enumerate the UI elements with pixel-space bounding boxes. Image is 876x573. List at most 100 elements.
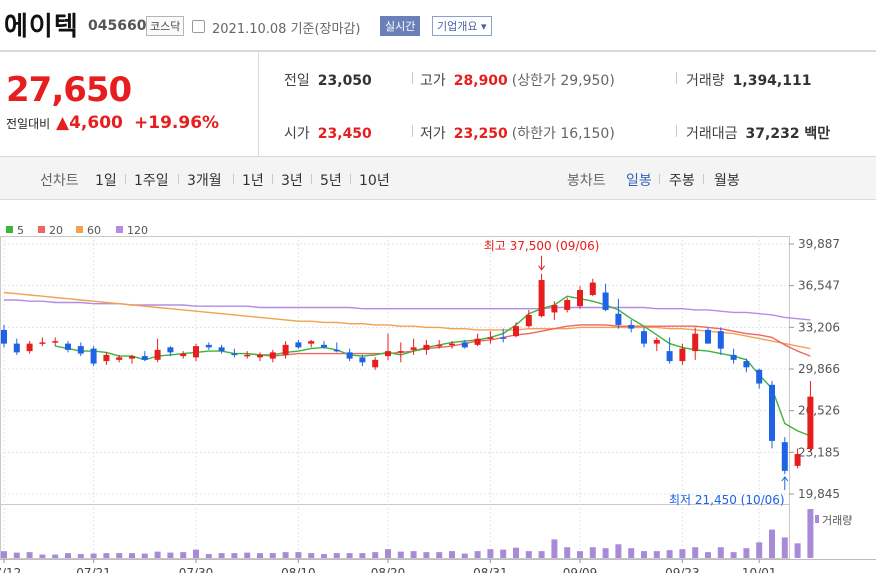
volume-bar [538, 551, 545, 558]
candle-body [423, 344, 430, 350]
legend-swatch [38, 226, 45, 233]
volume-bar [602, 548, 609, 558]
volume-bar [410, 551, 417, 558]
volume-bar [333, 553, 340, 558]
volume-bar [717, 547, 724, 558]
candle-body [743, 361, 750, 368]
candle-body [39, 342, 46, 344]
realtime-button[interactable]: 실시간 [380, 16, 421, 36]
ma120-line [4, 299, 811, 321]
ma20-line [247, 324, 811, 357]
high-annotation: 최고 37,500 (09/06) [484, 239, 600, 253]
candle-body [282, 344, 289, 355]
tab-period[interactable]: 1년 [242, 170, 264, 190]
stat-volume: 거래량 1,394,111 [686, 70, 811, 90]
tab-period[interactable]: 3년 [281, 170, 303, 190]
divider [178, 174, 179, 184]
x-tick-label: 08/20 [371, 566, 406, 573]
stat-open: 시가 23,450 [284, 123, 372, 143]
tab-monthly[interactable]: 월봉 [714, 170, 740, 190]
volume-bar [90, 553, 97, 558]
tab-daily[interactable]: 일봉 [626, 170, 652, 190]
stock-header: 에이텍 045660 코스닥 2021.10.08 기준(장마감) 실시간 기업… [0, 0, 876, 52]
candle-body [333, 349, 340, 352]
x-tick-label: 08/31 [473, 566, 508, 573]
volume-bar [653, 551, 660, 558]
tab-period[interactable]: 3개월 [187, 170, 222, 190]
candle-body [692, 333, 699, 352]
y-tick-label: 19,845 [798, 487, 840, 501]
stat-value: 1,394,111 [732, 73, 812, 89]
divider [659, 174, 660, 184]
x-tick-label: 07/30 [179, 566, 214, 573]
candle-body [346, 352, 353, 359]
candle-body [295, 342, 302, 348]
stat-low: 저가 23,250 (하한가 16,150) [420, 123, 615, 143]
divider [676, 125, 677, 137]
volume-bar [577, 551, 583, 558]
y-tick-label: 33,206 [798, 320, 840, 334]
candle-body [589, 282, 596, 295]
tab-period[interactable]: 5년 [320, 170, 342, 190]
x-tick-label: 08/10 [281, 566, 316, 573]
candle-body [1, 329, 7, 344]
volume-bar [423, 552, 430, 558]
ma60-line [3, 291, 811, 350]
volume-bar [628, 548, 635, 558]
volume-bar [641, 551, 647, 558]
candle-body [205, 344, 212, 348]
volume-bar [692, 547, 699, 558]
y-tick-label: 23,185 [798, 445, 840, 459]
stat-label: 거래대금 [686, 126, 738, 142]
tab-period[interactable]: 1주일 [134, 170, 169, 190]
change-value: ▲4,600 [56, 113, 123, 133]
volume-bar [244, 552, 251, 558]
tab-weekly[interactable]: 주봉 [669, 170, 695, 190]
candle-body [513, 326, 519, 337]
stat-value: 28,900 [453, 73, 508, 89]
volume-legend-swatch [815, 515, 819, 523]
candle-body [679, 348, 686, 362]
candle-body [77, 346, 84, 354]
candle-body [244, 354, 251, 357]
tab-period[interactable]: 1일 [95, 170, 117, 190]
candle-body [410, 347, 417, 350]
candle-chart-label: 봉차트 [567, 173, 606, 189]
stat-value: 23,450 [317, 126, 372, 142]
candle-body [103, 354, 110, 362]
candle-body [90, 348, 97, 364]
candle-body [193, 346, 199, 358]
divider [272, 174, 273, 184]
tab-period[interactable]: 10년 [359, 170, 390, 190]
volume-bar [269, 553, 276, 558]
volume-bar [180, 552, 187, 558]
lower-limit: (하한가 16,150) [511, 126, 615, 142]
volume-bar [321, 554, 327, 558]
candle-body [564, 299, 571, 310]
divider [412, 125, 413, 137]
change-percent: +19.96% [134, 113, 220, 133]
legend-swatch [6, 226, 13, 233]
candle-body [141, 356, 148, 360]
divider [703, 174, 704, 184]
stat-high: 고가 28,900 (상한가 29,950) [420, 70, 615, 90]
company-overview-dropdown[interactable]: 기업개요 ▾ [432, 16, 492, 36]
stat-label: 전일 [284, 73, 310, 89]
volume-bar [141, 553, 148, 558]
volume-bar [794, 543, 801, 558]
volume-bar [564, 547, 571, 558]
volume-bar [129, 553, 135, 558]
volume-bar [461, 553, 468, 558]
volume-bar [39, 554, 46, 558]
candle-body [116, 357, 123, 360]
stat-value: 23,250 [453, 126, 508, 142]
market-badge: 코스닥 [146, 16, 185, 36]
candle-body [13, 343, 20, 353]
candle-body [551, 304, 558, 313]
y-tick-label: 26,526 [798, 404, 840, 418]
candlestick-chart[interactable]: 39,887 36,547 33,206 29,866 26,526 23,185 19,8… [0, 200, 876, 573]
legend-label: 20 [49, 224, 63, 237]
volume-bar [449, 551, 455, 558]
candle-body [666, 351, 673, 362]
candle-body [525, 314, 532, 327]
